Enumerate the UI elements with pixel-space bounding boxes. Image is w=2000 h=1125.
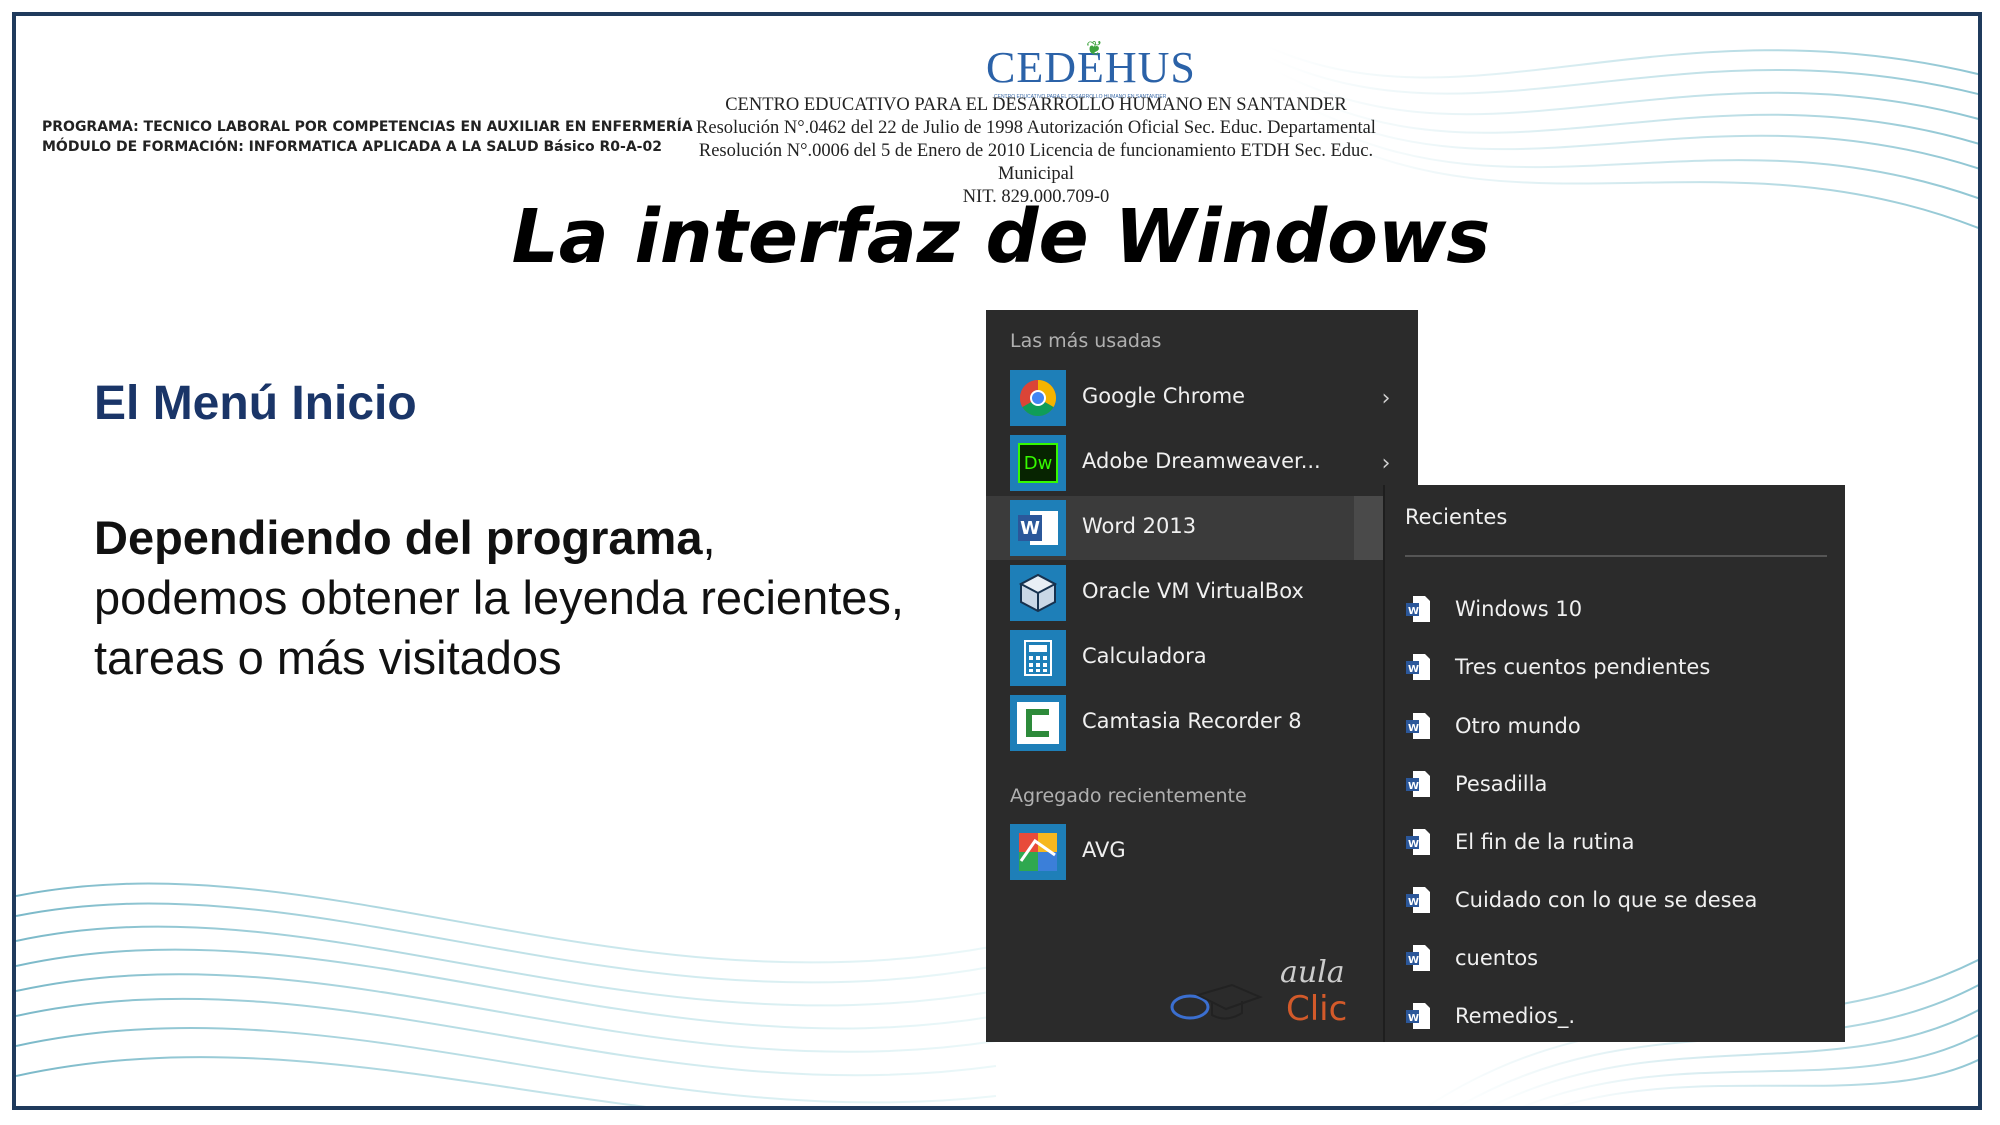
app-label: Adobe Dreamweaver... [1082,449,1321,473]
jumplist-item[interactable]: W Tres cuentos pendientes [1405,643,1825,691]
program-info: PROGRAMA: TECNICO LABORAL POR COMPETENCI… [42,117,693,157]
jumplist-header: Recientes [1405,505,1508,529]
app-item-word[interactable]: W Word 2013 › [986,496,1418,560]
document-name: cuentos [1455,946,1539,970]
word-document-icon: W [1406,945,1430,971]
app-item-dreamweaver[interactable]: Dw Adobe Dreamweaver... › [986,431,1418,495]
svg-text:W: W [1408,1013,1419,1024]
camtasia-icon [1010,695,1066,751]
app-item-avg[interactable]: AVG [986,820,1418,884]
app-item-virtualbox[interactable]: Oracle VM VirtualBox [986,561,1418,625]
body-line: podemos obtener la leyenda recientes, [94,571,904,624]
app-label: Word 2013 [1082,514,1197,538]
app-label: Camtasia Recorder 8 [1082,709,1302,733]
divider [1405,555,1827,557]
dreamweaver-icon: Dw [1010,435,1066,491]
aulaclic-watermark: aula Clic [1160,955,1350,1035]
word-document-icon: W [1406,713,1430,739]
document-name: Cuidado con lo que se desea [1455,888,1758,912]
body-line: tareas o más visitados [94,631,562,684]
recently-added-header: Agregado recientemente [1010,785,1247,807]
word-document-icon: W [1406,887,1430,913]
jumplist-panel: Recientes W Windows 10 W Tres cuentos pe… [1385,485,1845,1042]
svg-text:W: W [1408,897,1419,908]
svg-text:W: W [1408,781,1419,792]
program-line: PROGRAMA: TECNICO LABORAL POR COMPETENCI… [42,119,693,135]
svg-text:W: W [1408,955,1419,966]
word-document-icon: W [1406,596,1430,622]
document-name: Pesadilla [1455,772,1548,796]
resolution-line: Resolución N°.0006 del 5 de Enero de 201… [698,141,1374,184]
start-menu: Las más usadas Google Chrome › Dw Adobe … [986,310,1418,1042]
virtualbox-icon [1010,565,1066,621]
document-name: El fin de la rutina [1455,830,1635,854]
word-document-icon: W [1406,771,1430,797]
jumplist-item[interactable]: W Remedios_. [1405,992,1825,1040]
institution-info: CENTRO EDUCATIVO PARA EL DESARROLLO HUMA… [676,94,1396,209]
svg-text:W: W [1408,664,1419,675]
document-name: Remedios_. [1455,1004,1576,1028]
leaf-icon: ❦ [1086,38,1103,60]
institution-name: CENTRO EDUCATIVO PARA EL DESARROLLO HUMA… [725,95,1347,115]
document-name: Windows 10 [1455,597,1583,621]
app-item-camtasia[interactable]: Camtasia Recorder 8 › [986,691,1418,755]
resolution-line: Resolución N°.0462 del 22 de Julio de 19… [696,118,1376,138]
svg-text:W: W [1408,723,1419,734]
app-item-chrome[interactable]: Google Chrome › [986,366,1418,430]
app-label: AVG [1082,838,1126,862]
svg-text:W: W [1408,839,1419,850]
body-comma: , [702,511,716,564]
word-icon: W [1010,500,1066,556]
app-label: Google Chrome [1082,384,1246,408]
word-document-icon: W [1406,654,1430,680]
document-name: Otro mundo [1455,714,1581,738]
jumplist-item[interactable]: W El fin de la rutina [1405,818,1825,866]
avg-icon [1010,824,1066,880]
watermark-aula: aula [1280,955,1345,990]
svg-text:W: W [1408,606,1419,617]
slide-title: La interfaz de Windows [511,194,1491,280]
section-subtitle: El Menú Inicio [94,377,417,430]
app-label: Calculadora [1082,644,1207,668]
most-used-header: Las más usadas [1010,330,1162,352]
app-label: Oracle VM VirtualBox [1082,579,1304,603]
jumplist-item[interactable]: W Cuidado con lo que se desea [1405,876,1825,924]
chevron-right-icon[interactable]: › [1354,366,1418,430]
module-line: MÓDULO DE FORMACIÓN: INFORMATICA APLICAD… [42,139,662,155]
chrome-icon [1010,370,1066,426]
word-document-icon: W [1406,1003,1430,1029]
calculator-icon [1010,630,1066,686]
jumplist-item[interactable]: W Otro mundo [1405,702,1825,750]
watermark-clic: Clic [1286,989,1348,1029]
app-item-calculadora[interactable]: Calculadora [986,626,1418,690]
jumplist-item[interactable]: W Windows 10 [1405,585,1825,633]
body-text: Dependiendo del programa, podemos obtene… [94,508,904,688]
word-document-icon: W [1406,829,1430,855]
document-name: Tres cuentos pendientes [1455,655,1711,679]
jumplist-item[interactable]: W Pesadilla [1405,760,1825,808]
body-bold: Dependiendo del programa [94,511,703,564]
jumplist-item[interactable]: W cuentos [1405,934,1825,982]
